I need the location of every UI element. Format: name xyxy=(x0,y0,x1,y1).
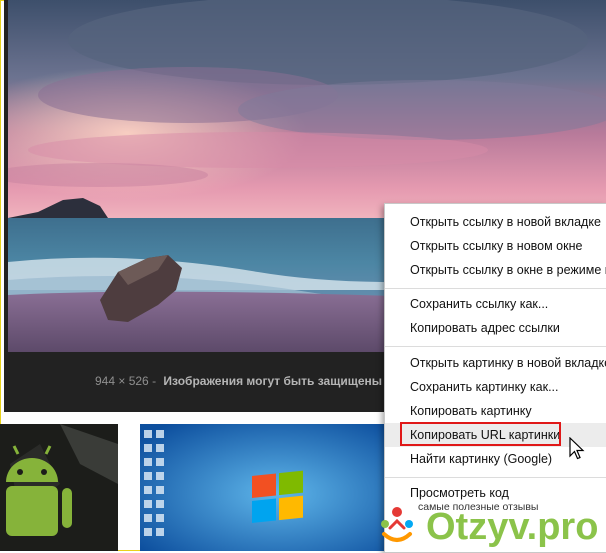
menu-open-link-incognito[interactable]: Открыть ссылку в окне в режиме ин xyxy=(385,258,606,282)
menu-separator xyxy=(385,288,606,289)
menu-copy-image[interactable]: Копировать картинку xyxy=(385,399,606,423)
watermark: самые полезные отзывы Otzyv.pro xyxy=(376,496,606,551)
menu-save-image-as[interactable]: Сохранить картинку как... xyxy=(385,375,606,399)
thumbnail-windows-desktop[interactable] xyxy=(140,424,390,551)
watermark-brand: Otzyv.pro xyxy=(426,506,599,548)
caption-separator: - xyxy=(152,374,157,388)
menu-open-link-new-window[interactable]: Открыть ссылку в новом окне xyxy=(385,234,606,258)
menu-open-link-new-tab[interactable]: Открыть ссылку в новой вкладке xyxy=(385,210,606,234)
thumbnail-android[interactable] xyxy=(0,424,118,551)
otzyv-logo-icon xyxy=(381,507,413,542)
menu-copy-link-address[interactable]: Копировать адрес ссылки xyxy=(385,316,606,340)
windows-logo-icon xyxy=(140,424,390,551)
android-icon xyxy=(0,424,118,551)
copyright-notice[interactable]: Изображения могут быть защищены авт xyxy=(163,374,405,388)
menu-separator xyxy=(385,477,606,478)
image-dimensions: 944 × 526 xyxy=(95,374,149,388)
menu-open-image-new-tab[interactable]: Открыть картинку в новой вкладке xyxy=(385,351,606,375)
mouse-cursor-icon xyxy=(569,436,585,466)
highlight-box xyxy=(400,422,561,446)
image-caption: 944 × 526 - Изображения могут быть защищ… xyxy=(95,374,405,388)
menu-separator xyxy=(385,346,606,347)
menu-save-link-as[interactable]: Сохранить ссылку как... xyxy=(385,292,606,316)
